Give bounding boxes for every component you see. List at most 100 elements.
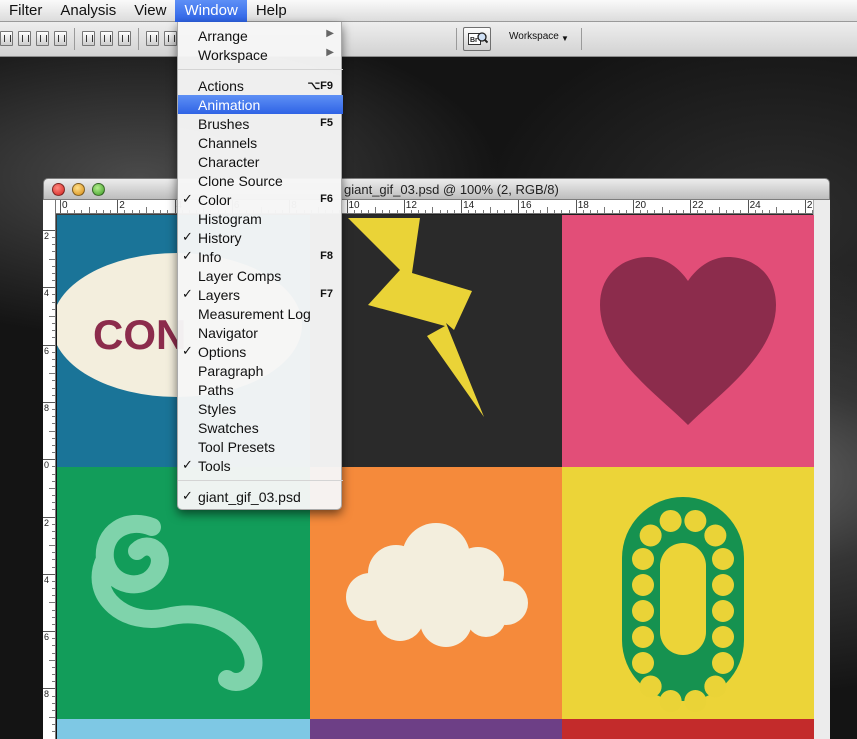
ruler-minor-tick: [52, 616, 55, 618]
ruler-label: 20: [635, 200, 647, 211]
menu-item-workspace[interactable]: Workspace ▶: [178, 45, 343, 64]
ruler-minor-tick: [52, 237, 55, 239]
menu-window[interactable]: Window: [175, 0, 247, 22]
ruler-minor-tick: [683, 210, 685, 213]
menu-item-swatches[interactable]: Swatches: [178, 418, 343, 437]
workspace-menu[interactable]: Workspace: [509, 31, 559, 42]
align-left-edges-button[interactable]: [54, 31, 67, 46]
distribute-top-button[interactable]: [82, 31, 95, 46]
ruler-tick: [346, 200, 348, 213]
ruler-minor-tick: [776, 207, 778, 213]
ruler-minor-tick: [52, 437, 55, 439]
menu-item-color[interactable]: ✓ Color F6: [178, 190, 343, 209]
menu-item-character[interactable]: Character: [178, 152, 343, 171]
menu-item-brushes[interactable]: Brushes F5: [178, 114, 343, 133]
checkmark-icon: ✓: [182, 343, 193, 358]
shortcut-label: ⌥F9: [307, 80, 333, 92]
ruler-minor-tick: [52, 731, 55, 733]
distribute-vertical-centers-button[interactable]: [100, 31, 113, 46]
menu-item-label: Brushes: [198, 116, 250, 132]
distribute-bottom-button[interactable]: [118, 31, 131, 46]
ruler-minor-tick: [102, 210, 104, 213]
ruler-tick: [174, 200, 176, 213]
menu-item-styles[interactable]: Styles: [178, 399, 343, 418]
con-text: CON: [93, 311, 186, 358]
align-bottom-edges-button[interactable]: [36, 31, 49, 46]
bridge-zoom-icon: Br: [468, 32, 488, 45]
menu-item-measurement-log[interactable]: Measurement Log: [178, 304, 343, 323]
lightning-bolt-icon: [348, 218, 484, 417]
checkmark-icon: ✓: [182, 488, 193, 503]
image-canvas[interactable]: CON: [57, 215, 814, 739]
menu-view[interactable]: View: [125, 0, 175, 22]
ruler-minor-tick: [375, 207, 377, 213]
menu-item-label: giant_gif_03.psd: [198, 489, 301, 505]
menu-item-channels[interactable]: Channels: [178, 133, 343, 152]
menu-item-paragraph[interactable]: Paragraph: [178, 361, 343, 380]
menu-item-arrange[interactable]: Arrange ▶: [178, 26, 343, 45]
menu-item-tools[interactable]: ✓ Tools: [178, 456, 343, 475]
menu-item-layer-comps[interactable]: Layer Comps: [178, 266, 343, 285]
close-button[interactable]: [52, 183, 65, 196]
align-vertical-centers-button[interactable]: [18, 31, 31, 46]
ruler-minor-tick: [496, 210, 498, 213]
distribute-horizontal-centers-button[interactable]: [164, 31, 177, 46]
ruler-minor-tick: [711, 210, 713, 213]
minimize-button[interactable]: [72, 183, 85, 196]
document-titlebar[interactable]: giant_gif_03.psd @ 100% (2, RGB/8): [43, 178, 830, 200]
ruler-minor-tick: [52, 265, 55, 267]
menu-item-actions[interactable]: Actions ⌥F9: [178, 76, 343, 95]
align-top-edges-button[interactable]: [0, 31, 13, 46]
vertical-ruler[interactable]: 2 4 6 8 0 2 4 6 8: [43, 200, 56, 739]
ruler-minor-tick: [52, 294, 55, 296]
menu-item-layers[interactable]: ✓ Layers F7: [178, 285, 343, 304]
menu-item-label: Animation: [198, 97, 261, 113]
toolbar-divider: [74, 28, 75, 50]
ruler-minor-tick: [675, 210, 677, 213]
ruler-minor-tick: [761, 210, 763, 213]
ruler-minor-tick: [49, 373, 55, 375]
ruler-minor-tick: [52, 244, 55, 246]
ruler-minor-tick: [396, 210, 398, 213]
ruler-minor-tick: [432, 207, 434, 213]
menu-item-animation[interactable]: Animation: [178, 95, 343, 114]
menu-item-paths[interactable]: Paths: [178, 380, 343, 399]
ruler-label: 8: [44, 689, 50, 700]
ruler-tick: [690, 200, 692, 213]
menu-item-histogram[interactable]: Histogram: [178, 209, 343, 228]
vertical-scrollbar[interactable]: [813, 200, 830, 739]
chevron-down-icon[interactable]: ▼: [561, 34, 569, 43]
ruler-minor-tick: [418, 210, 420, 213]
menu-analysis[interactable]: Analysis: [51, 0, 125, 22]
ruler-minor-tick: [625, 210, 627, 213]
ruler-minor-tick: [647, 210, 649, 213]
zoom-button[interactable]: [92, 183, 105, 196]
ruler-minor-tick: [138, 210, 140, 213]
menu-item-clone-source[interactable]: Clone Source: [178, 171, 343, 190]
menu-filter[interactable]: Filter: [0, 0, 51, 22]
ruler-minor-tick: [49, 545, 55, 547]
marquee-dot: [659, 690, 682, 713]
shortcut-label: F6: [320, 193, 333, 205]
ruler-minor-tick: [52, 466, 55, 468]
menu-item-info[interactable]: ✓ Info F8: [178, 247, 343, 266]
ruler-label: 6: [44, 345, 50, 356]
checkmark-icon: ✓: [182, 191, 193, 206]
window-menu-dropdown: Arrange ▶ Workspace ▶ Actions ⌥F9 Animation Bru…: [177, 22, 343, 510]
menu-item-tool-presets[interactable]: Tool Presets: [178, 437, 343, 456]
ruler-minor-tick: [52, 323, 55, 325]
ruler-minor-tick: [52, 337, 55, 339]
menu-item-history[interactable]: ✓ History: [178, 228, 343, 247]
marquee-dot: [659, 509, 682, 532]
menu-item-options[interactable]: ✓ Options: [178, 342, 343, 361]
horizontal-ruler[interactable]: 02468101214161820222426: [56, 200, 813, 214]
ruler-minor-tick: [446, 210, 448, 213]
menu-item-label: Clone Source: [198, 173, 283, 189]
launch-bridge-button[interactable]: Br: [463, 27, 491, 51]
menu-item-navigator[interactable]: Navigator: [178, 323, 343, 342]
cloud-icon: [346, 523, 528, 647]
menu-item-giant-gif-03-psd[interactable]: ✓ giant_gif_03.psd: [178, 487, 343, 506]
distribute-left-button[interactable]: [146, 31, 159, 46]
menu-help[interactable]: Help: [247, 0, 296, 22]
ruler-minor-tick: [52, 502, 55, 504]
